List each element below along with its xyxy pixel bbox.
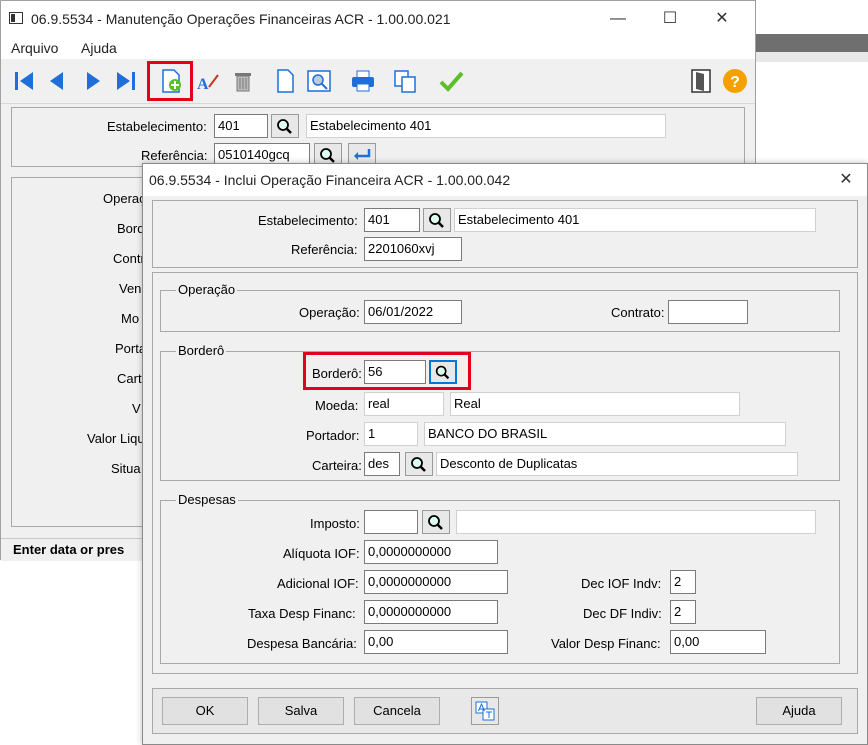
carteira-zoom-button[interactable] xyxy=(405,452,433,476)
contrato-field[interactable] xyxy=(668,300,748,324)
dec-df-indiv-label: Dec DF Indiv: xyxy=(583,606,662,621)
dialog-window: 06.9.5534 - Inclui Operação Financeira A… xyxy=(142,163,868,745)
last-icon[interactable] xyxy=(111,67,139,95)
ajuda-button[interactable]: Ajuda xyxy=(756,697,842,725)
main-label-moeda: Mo xyxy=(121,311,140,326)
svg-text:?: ? xyxy=(730,74,740,91)
main-estabelecimento-zoom-button[interactable] xyxy=(271,114,299,138)
search-doc-icon[interactable] xyxy=(305,67,333,95)
carteira-label: Carteira: xyxy=(312,458,362,473)
main-estabelecimento-code[interactable]: 401 xyxy=(214,114,268,138)
taxa-desp-financ-field[interactable]: 0,0000000000 xyxy=(364,600,498,624)
main-label-valor-liquido: Valor Liqu xyxy=(87,431,145,446)
magnifier-icon xyxy=(429,213,444,228)
aliquota-iof-label: Alíquota IOF: xyxy=(283,546,360,561)
document-icon[interactable] xyxy=(271,67,299,95)
translate-icon xyxy=(475,701,495,721)
main-label-contrato: Contr xyxy=(113,251,145,266)
operacao-group-title: Operação xyxy=(176,282,238,297)
print-icon[interactable] xyxy=(349,67,377,95)
background-strip-light xyxy=(756,52,868,62)
dialog-close-button[interactable]: ✕ xyxy=(823,166,868,194)
maximize-button[interactable]: ☐ xyxy=(647,5,693,33)
translate-button[interactable] xyxy=(471,697,499,725)
dec-iof-indv-field[interactable]: 2 xyxy=(670,570,696,594)
minimize-button[interactable]: — xyxy=(595,5,641,33)
despesas-group-title: Despesas xyxy=(176,492,238,507)
main-estabelecimento-name: Estabelecimento 401 xyxy=(306,114,666,138)
despesa-bancaria-label: Despesa Bancária: xyxy=(247,636,357,651)
portador-name-field: BANCO DO BRASIL xyxy=(424,422,786,446)
app-icon xyxy=(9,12,23,24)
aliquota-iof-field[interactable]: 0,0000000000 xyxy=(364,540,498,564)
imposto-zoom-button[interactable] xyxy=(422,510,450,534)
portador-label: Portador: xyxy=(306,428,360,443)
close-button[interactable]: ✕ xyxy=(699,5,745,33)
estabelecimento-label: Estabelecimento: xyxy=(258,213,358,228)
main-label-valor: V xyxy=(132,401,141,416)
menu-arquivo[interactable]: Arquivo xyxy=(11,40,58,56)
taxa-desp-financ-label: Taxa Desp Financ: xyxy=(248,606,356,621)
valor-desp-financ-field[interactable]: 0,00 xyxy=(670,630,766,654)
main-label-carteira: Cart xyxy=(117,371,142,386)
first-icon[interactable] xyxy=(11,67,39,95)
dialog-title: 06.9.5534 - Inclui Operação Financeira A… xyxy=(149,172,511,188)
main-label-bordero: Bord xyxy=(117,221,145,236)
help-icon[interactable]: ? xyxy=(721,67,749,95)
operacao-label: Operação: xyxy=(299,305,360,320)
referencia-field[interactable]: 2201060xvj xyxy=(364,237,462,261)
estabelecimento-code-field[interactable]: 401 xyxy=(364,208,420,232)
cancela-button[interactable]: Cancela xyxy=(354,697,440,725)
dec-iof-indv-label: Dec IOF Indv: xyxy=(581,576,662,591)
valor-desp-financ-label: Valor Desp Financ: xyxy=(551,636,661,651)
bordero-highlight xyxy=(303,352,471,390)
bordero-group-title: Borderô xyxy=(176,343,227,358)
main-title-bar: 06.9.5534 - Manutenção Operações Finance… xyxy=(1,1,755,37)
estabelecimento-zoom-button[interactable] xyxy=(423,208,451,232)
operacao-date-field[interactable]: 06/01/2022 xyxy=(364,300,462,324)
copy-icon[interactable] xyxy=(391,67,419,95)
toolbar: A ? xyxy=(1,59,755,104)
carteira-name-field: Desconto de Duplicatas xyxy=(436,452,798,476)
carteira-code-field[interactable]: des xyxy=(364,452,400,476)
magnifier-icon xyxy=(277,119,292,134)
moeda-name-field: Real xyxy=(450,392,740,416)
main-label-situacao: Situa xyxy=(111,461,141,476)
dialog-title-bar: 06.9.5534 - Inclui Operação Financeira A… xyxy=(143,164,867,196)
main-referencia-label: Referência: xyxy=(141,148,208,163)
despesa-bancaria-field[interactable]: 0,00 xyxy=(364,630,508,654)
dec-df-indiv-field[interactable]: 2 xyxy=(670,600,696,624)
imposto-label: Imposto: xyxy=(310,516,360,531)
referencia-label: Referência: xyxy=(291,242,358,257)
next-icon[interactable] xyxy=(79,67,107,95)
add-button-highlight xyxy=(147,61,193,101)
exit-door-icon[interactable] xyxy=(687,67,715,95)
magnifier-icon xyxy=(428,515,443,530)
moeda-label: Moeda: xyxy=(315,398,359,413)
ok-button[interactable]: OK xyxy=(162,697,248,725)
moeda-code-field: real xyxy=(364,392,444,416)
menu-bar: Arquivo Ajuda xyxy=(1,37,755,59)
contrato-label: Contrato: xyxy=(611,305,665,320)
background-strip xyxy=(756,34,868,52)
check-icon[interactable] xyxy=(437,67,465,95)
adicional-iof-label: Adicional IOF: xyxy=(277,576,359,591)
portador-code-field: 1 xyxy=(364,422,418,446)
main-estabelecimento-label: Estabelecimento: xyxy=(107,119,207,134)
adicional-iof-field[interactable]: 0,0000000000 xyxy=(364,570,508,594)
main-label-vencimento: Ven xyxy=(119,281,142,296)
main-label-operacao: Operaç xyxy=(103,191,146,206)
edit-icon[interactable]: A xyxy=(193,67,221,95)
imposto-code-field[interactable] xyxy=(364,510,418,534)
menu-ajuda[interactable]: Ajuda xyxy=(81,40,117,56)
delete-icon[interactable] xyxy=(229,67,257,95)
main-window-title: 06.9.5534 - Manutenção Operações Finance… xyxy=(31,11,451,27)
magnifier-icon xyxy=(411,457,426,472)
prev-icon[interactable] xyxy=(43,67,71,95)
salva-button[interactable]: Salva xyxy=(258,697,344,725)
estabelecimento-name-field: Estabelecimento 401 xyxy=(454,208,816,232)
status-text: Enter data or pres xyxy=(13,542,125,557)
svg-text:A: A xyxy=(197,76,209,93)
imposto-name-field xyxy=(456,510,816,534)
